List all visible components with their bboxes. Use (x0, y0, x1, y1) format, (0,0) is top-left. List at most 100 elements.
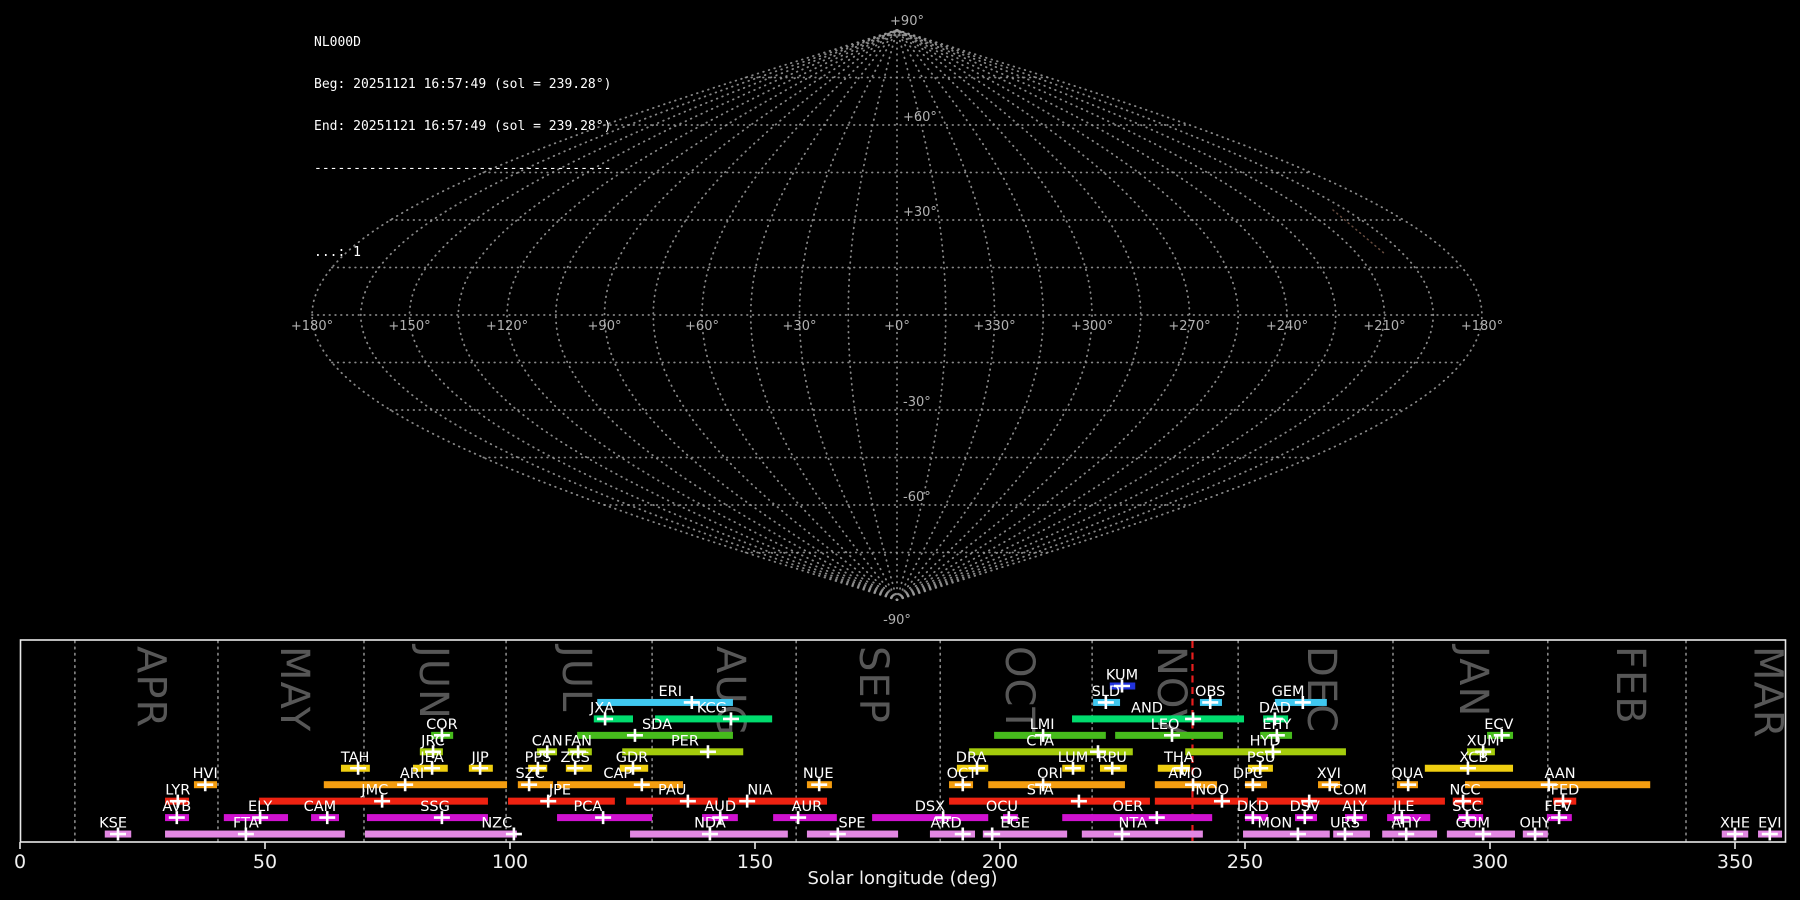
shower-bar-SSG (366, 814, 488, 822)
shower-peak-EGE (984, 827, 1001, 841)
shower-label-GUM: GUM (1456, 816, 1490, 832)
shower-bar-SDA (577, 731, 733, 739)
map-lat-label: +60° (903, 110, 937, 125)
shower-label-DSX: DSX (915, 799, 945, 815)
separator-line: -------------------------------------- (314, 161, 612, 176)
shower-label-SZC: SZC (515, 766, 544, 782)
map-lon-label: +30° (783, 319, 817, 334)
shower-bar-ORI (988, 781, 1125, 789)
shower-label-XVI: XVI (1317, 766, 1341, 782)
shower-label-PAU: PAU (658, 783, 686, 799)
shower-label-XUM: XUM (1467, 733, 1500, 749)
activity-timeline-chart: APR MAY JUN JUL AUG SEP OCT NOV DEC JAN FEB MARKUME… (14, 639, 1791, 889)
shower-label-JEA: JEA (419, 750, 443, 766)
end-time-line: End: 20251121 16:57:49 (sol = 239.28°) (314, 119, 612, 134)
shower-bar-NOO (1154, 797, 1248, 805)
shower-label-AHY: AHY (1391, 816, 1421, 832)
month-label-JUN: JUN (410, 643, 456, 720)
map-lat-label: -30° (903, 395, 931, 410)
month-label-DEC: DEC (1298, 646, 1344, 733)
map-lon-label: +180° (1461, 319, 1503, 334)
shower-label-JPE: JPE (548, 783, 571, 799)
map-lat-label: +30° (903, 205, 937, 220)
month-label-MAY: MAY (271, 646, 317, 732)
shower-bar-NTA (1081, 830, 1203, 838)
map-lon-label: +330° (973, 319, 1015, 334)
shower-label-JIP: JIP (470, 750, 489, 766)
map-lon-label: +150° (388, 319, 430, 334)
shower-label-EGE: EGE (1000, 816, 1030, 832)
x-axis-title: Solar longitude (deg) (807, 868, 997, 889)
shower-label-NTA: NTA (1119, 816, 1148, 832)
shower-label-SSG: SSG (420, 799, 450, 815)
map-lon-label: +300° (1071, 319, 1113, 334)
shower-bar-MON (1243, 830, 1330, 838)
shower-label-SCC: SCC (1452, 799, 1481, 815)
shower-label-QUA: QUA (1391, 766, 1423, 782)
shower-label-NDA: NDA (694, 816, 726, 832)
month-label-FEB: FEB (1607, 646, 1653, 725)
shower-label-OCU: OCU (986, 799, 1018, 815)
shower-label-URS: URS (1330, 816, 1360, 832)
shower-label-AUR: AUR (792, 799, 823, 815)
shower-label-ORI: ORI (1037, 766, 1063, 782)
shower-label-THA: THA (1163, 750, 1194, 766)
header-info: NL000D Beg: 20251121 16:57:49 (sol = 239… (314, 8, 611, 288)
shower-label-KUM: KUM (1106, 668, 1138, 684)
map-lon-label: +180° (291, 319, 333, 334)
shower-label-HYD: HYD (1250, 733, 1281, 749)
shower-label-GEM: GEM (1272, 684, 1305, 700)
map-lon-label: +210° (1363, 319, 1405, 334)
shower-label-COR: COR (426, 717, 458, 733)
shower-label-ECV: ECV (1484, 717, 1513, 733)
shower-label-DKD: DKD (1237, 799, 1269, 815)
shower-label-ZCS: ZCS (561, 750, 590, 766)
map-lon-label: +0° (884, 319, 910, 334)
begin-time-line: Beg: 20251121 16:57:49 (sol = 239.28°) (314, 77, 612, 92)
map-pole-top-label: +90° (890, 14, 924, 29)
shower-label-RPU: RPU (1097, 750, 1126, 766)
shower-label-JRC: JRC (420, 733, 445, 749)
shower-label-HVI: HVI (193, 766, 218, 782)
shower-label-EHY: EHY (1262, 717, 1291, 733)
shower-peak-SDA (626, 728, 643, 742)
month-label-APR: APR (128, 646, 174, 728)
shower-label-NOO: NOO (1195, 783, 1229, 799)
shower-label-JMC: JMC (360, 783, 388, 799)
shower-label-TAH: TAH (340, 750, 370, 766)
shower-label-MON: MON (1257, 816, 1292, 832)
shower-label-CAN: CAN (532, 733, 563, 749)
shower-label-FTA: FTA (233, 816, 259, 832)
shower-label-JLE: JLE (1392, 799, 1415, 815)
shower-label-OCT: OCT (947, 766, 978, 782)
shower-label-ELY: ELY (248, 799, 272, 815)
axis-tick-label: 350 (1717, 851, 1753, 873)
axis-tick-label: 250 (1227, 851, 1263, 873)
shower-label-OER: OER (1113, 799, 1144, 815)
map-lat-label: -60° (903, 490, 931, 505)
shower-label-DAD: DAD (1259, 700, 1291, 716)
shower-label-FEV: FEV (1544, 799, 1572, 815)
shower-label-CTA: CTA (1026, 733, 1054, 749)
shower-label-LYR: LYR (165, 783, 190, 799)
shower-label-PCA: PCA (574, 799, 603, 815)
axis-tick-label: 50 (253, 851, 277, 873)
shower-label-NCC: NCC (1449, 783, 1480, 799)
shower-label-CAM: CAM (304, 799, 337, 815)
shower-label-AMO: AMO (1168, 766, 1202, 782)
count-line: ...: 1 (314, 245, 361, 260)
shower-label-DSV: DSV (1290, 799, 1320, 815)
shower-peak-STA (1070, 794, 1087, 808)
shower-label-KSE: KSE (99, 816, 127, 832)
shower-label-XHE: XHE (1720, 816, 1750, 832)
shower-label-NUE: NUE (803, 766, 834, 782)
shower-label-STA: STA (1027, 783, 1054, 799)
shower-label-SDA: SDA (642, 717, 672, 733)
scene-svg: +180° +150° +120° +90° +60° +30° +0° +330° +300°… (14, 14, 1791, 889)
month-label-MAR: MAR (1745, 646, 1791, 739)
map-lon-label: +240° (1266, 319, 1308, 334)
shower-bar-SPE (806, 830, 899, 838)
shower-label-OHY: OHY (1519, 816, 1550, 832)
shower-label-PER: PER (671, 733, 699, 749)
map-lon-label: +270° (1168, 319, 1210, 334)
